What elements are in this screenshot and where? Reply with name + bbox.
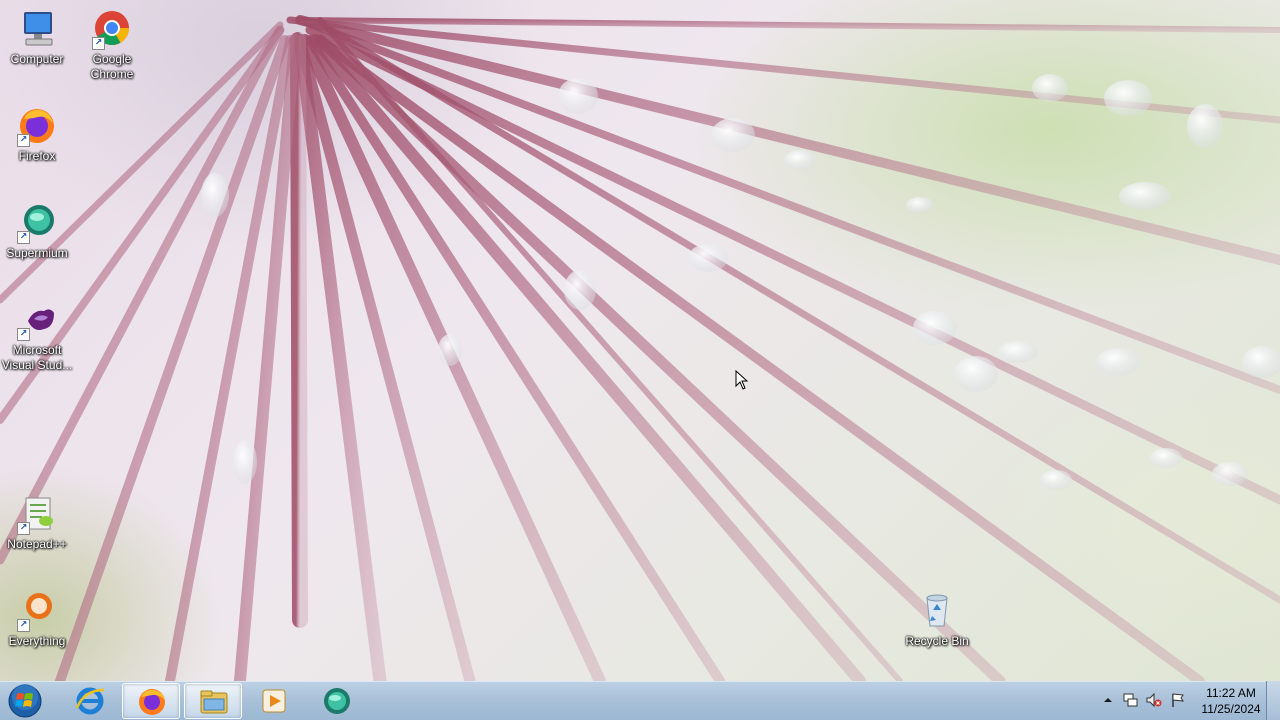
desktop-icon-label: Recycle Bin: [905, 634, 969, 648]
desktop-icon-supermium[interactable]: ↗ Supermium: [0, 202, 74, 261]
firefox-icon: [139, 689, 165, 715]
internet-explorer-icon: [75, 687, 105, 715]
windows-logo-icon: [8, 684, 42, 718]
start-button[interactable]: [6, 683, 44, 719]
chrome-icon: ↗: [91, 8, 133, 50]
recycle-bin-icon: [916, 590, 958, 632]
desktop-icon-label: Firefox: [18, 149, 56, 163]
shortcut-arrow-icon: ↗: [17, 134, 30, 147]
network-icon[interactable]: [1122, 692, 1138, 708]
desktop-icon-computer[interactable]: Computer: [0, 8, 74, 67]
taskbar-windows-explorer[interactable]: [184, 683, 242, 719]
desktop-icon-recycle-bin[interactable]: Recycle Bin: [900, 590, 974, 649]
taskbar-clock[interactable]: 11:22 AM 11/25/2024: [1196, 685, 1266, 717]
shortcut-arrow-icon: ↗: [17, 522, 30, 535]
desktop-icon-visual-studio[interactable]: ↗ Microsoft Visual Stud...: [0, 299, 74, 373]
supermium-icon: ↗: [16, 202, 58, 244]
computer-icon: [16, 8, 58, 50]
media-player-icon: [262, 689, 286, 713]
desktop-icon-google-chrome[interactable]: ↗ Google Chrome: [75, 8, 149, 82]
desktop-icon-notepad-plus-plus[interactable]: ↗ Notepad++: [0, 493, 74, 552]
desktop-icon-label: Notepad++: [7, 537, 67, 551]
shortcut-arrow-icon: ↗: [17, 619, 30, 632]
taskbar-media-player[interactable]: [245, 683, 303, 719]
visual-studio-icon: ↗: [16, 299, 58, 341]
desktop-icon-firefox[interactable]: ↗ Firefox: [0, 105, 74, 164]
desktop-icon-label: Google Chrome: [90, 52, 134, 81]
supermium-icon: [324, 688, 350, 714]
desktop-icon-label: Supermium: [6, 246, 68, 260]
firefox-icon: ↗: [16, 105, 58, 147]
everything-search-icon: ↗: [16, 590, 58, 632]
shortcut-arrow-icon: ↗: [17, 231, 30, 244]
volume-muted-icon[interactable]: [1146, 692, 1162, 708]
notepad-plus-plus-icon: ↗: [16, 493, 58, 535]
taskbar-supermium[interactable]: [307, 683, 365, 719]
desktop-wallpaper: [0, 0, 1280, 681]
windows-explorer-icon: [200, 690, 228, 714]
desktop-icon-everything[interactable]: ↗ Everything: [0, 590, 74, 649]
desktop-icon-label: Microsoft Visual Stud...: [1, 343, 73, 372]
clock-time: 11:22 AM: [1206, 686, 1256, 700]
taskbar: 11:22 AM 11/25/2024: [0, 681, 1280, 720]
shortcut-arrow-icon: ↗: [17, 328, 30, 341]
desktop-icon-label: Computer: [10, 52, 64, 66]
mouse-cursor-icon: [735, 370, 749, 390]
desktop-icon-label: Everything: [8, 634, 66, 648]
wallpaper-strands: [0, 15, 1280, 681]
show-hidden-icons-arrow-icon[interactable]: [1100, 692, 1116, 708]
taskbar-internet-explorer[interactable]: [61, 683, 119, 719]
show-desktop-button[interactable]: [1266, 681, 1280, 720]
clock-date: 11/25/2024: [1201, 702, 1261, 716]
shortcut-arrow-icon: ↗: [92, 37, 105, 50]
taskbar-firefox[interactable]: [122, 683, 180, 719]
action-center-flag-icon[interactable]: [1170, 692, 1186, 708]
